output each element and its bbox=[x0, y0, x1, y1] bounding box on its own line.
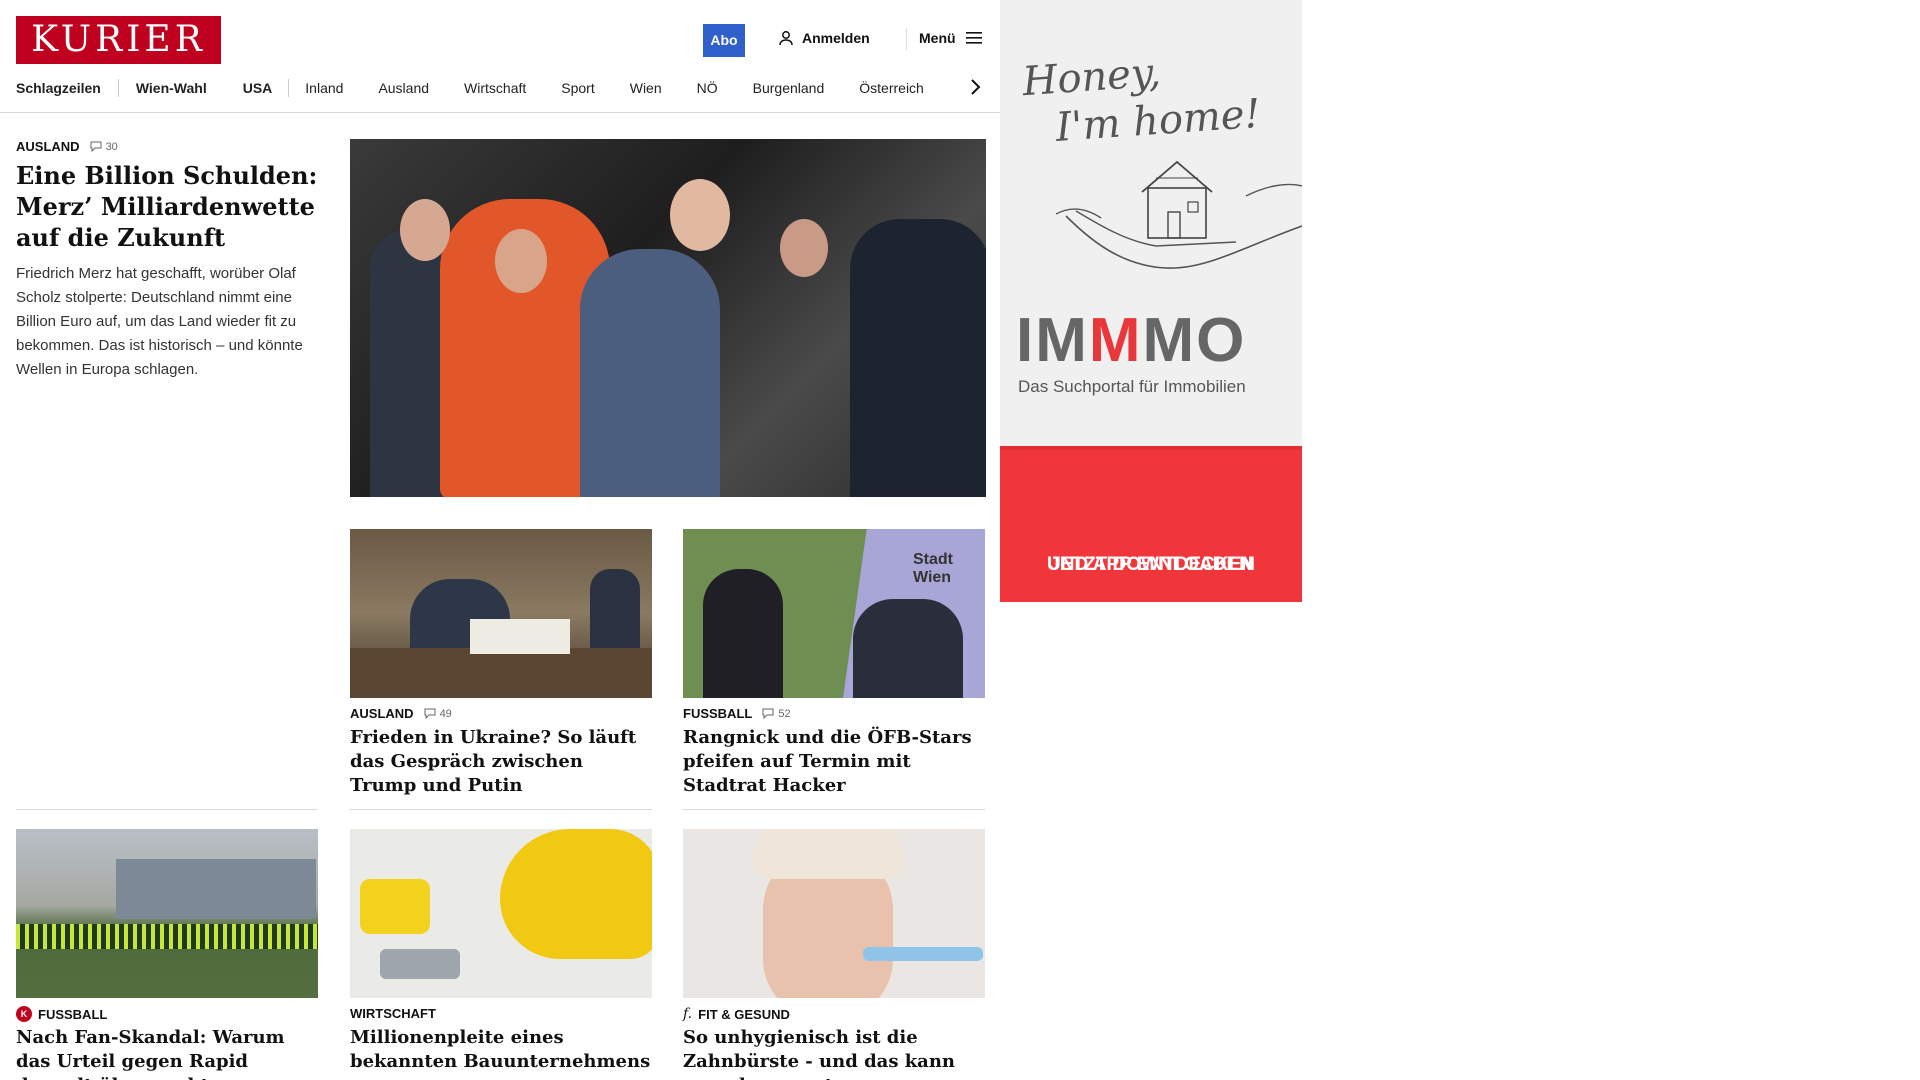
image-figure bbox=[850, 219, 986, 497]
lead-comments[interactable]: 30 bbox=[90, 141, 118, 153]
image-hard-hat bbox=[500, 829, 652, 959]
user-icon bbox=[779, 31, 793, 46]
image-face bbox=[670, 179, 730, 251]
image-papers bbox=[470, 619, 570, 654]
image-figure bbox=[853, 599, 963, 698]
comment-count: 30 bbox=[105, 140, 118, 153]
article-meta: K FUSSBALL bbox=[16, 1006, 107, 1022]
nav-item-noe[interactable]: NÖ bbox=[697, 80, 718, 96]
divider bbox=[16, 809, 318, 810]
nav-item-wien-wahl[interactable]: Wien-Wahl bbox=[136, 80, 207, 96]
nav-separator bbox=[117, 79, 119, 97]
comment-count: 49 bbox=[439, 707, 452, 720]
menu-button[interactable]: Menü bbox=[919, 30, 982, 46]
article-title[interactable]: Millionenpleite eines bekannten Bauunter… bbox=[350, 1026, 652, 1074]
article-category[interactable]: FIT & GESUND bbox=[698, 1007, 790, 1022]
article-comments[interactable]: 52 bbox=[762, 707, 791, 720]
lead-category[interactable]: AUSLAND bbox=[16, 139, 80, 154]
nav-item-inland[interactable]: Inland bbox=[305, 80, 343, 96]
nav-item-oesterreich[interactable]: Österreich bbox=[859, 80, 924, 96]
comment-count: 52 bbox=[778, 707, 791, 720]
article-category[interactable]: FUSSBALL bbox=[683, 706, 752, 721]
category-nav: Schlagzeilen Wien-Wahl USA Inland Auslan… bbox=[16, 78, 924, 98]
fit-gesund-icon: f. bbox=[683, 1006, 693, 1022]
image-face bbox=[400, 199, 450, 261]
article-title[interactable]: Frieden in Ukraine? So läuft das Gespräc… bbox=[350, 726, 652, 798]
ad-subtitle: Das Suchportal für Immobilien bbox=[1018, 377, 1246, 396]
article-meta: f. FIT & GESUND bbox=[683, 1006, 790, 1022]
lead-teaser[interactable]: Friedrich Merz hat geschafft, worüber Ol… bbox=[16, 262, 326, 382]
comment-icon bbox=[762, 708, 774, 719]
ad-script-headline: Honey, I'm home! bbox=[1021, 49, 1262, 151]
article-comments[interactable]: 49 bbox=[424, 708, 452, 720]
article-image-trump[interactable] bbox=[350, 529, 652, 698]
image-stapler bbox=[380, 949, 460, 979]
login-label: Anmelden bbox=[802, 30, 870, 46]
article-category[interactable]: WIRTSCHAFT bbox=[350, 1006, 436, 1021]
image-toothbrush bbox=[863, 947, 983, 961]
nav-item-usa[interactable]: USA bbox=[243, 80, 273, 96]
divider bbox=[906, 28, 907, 50]
nav-item-schlagzeilen[interactable]: Schlagzeilen bbox=[16, 80, 101, 96]
chevron-right-icon[interactable] bbox=[968, 77, 982, 97]
lead-image[interactable] bbox=[350, 139, 986, 497]
article-title[interactable]: Rangnick und die ÖFB-Stars pfeifen auf T… bbox=[683, 726, 985, 798]
image-face bbox=[780, 219, 828, 277]
article-meta: WIRTSCHAFT bbox=[350, 1006, 436, 1021]
image-face bbox=[495, 229, 547, 293]
abo-button[interactable]: Abo bbox=[703, 24, 745, 57]
image-tape-measure bbox=[360, 879, 430, 934]
stadt-wien-label: Stadt Wien bbox=[913, 551, 953, 586]
image-stand bbox=[116, 859, 316, 919]
divider bbox=[683, 809, 985, 810]
article-title[interactable]: Nach Fan-Skandal: Warum das Urteil gegen… bbox=[16, 1026, 318, 1080]
nav-item-burgenland[interactable]: Burgenland bbox=[753, 80, 825, 96]
nav-item-wirtschaft[interactable]: Wirtschaft bbox=[464, 80, 526, 96]
image-figure bbox=[580, 249, 720, 497]
kurier-logo[interactable]: KURIER bbox=[16, 16, 221, 64]
article-image-rangnick[interactable]: Stadt Wien bbox=[683, 529, 985, 698]
login-button[interactable]: Anmelden bbox=[778, 30, 870, 46]
article-meta: AUSLAND 49 bbox=[350, 706, 452, 721]
image-crowd bbox=[16, 924, 318, 949]
nav-item-ausland[interactable]: Ausland bbox=[378, 80, 429, 96]
divider bbox=[350, 809, 652, 810]
lead-title[interactable]: Eine Billion Schulden: Merz’ Milliardenw… bbox=[16, 160, 326, 253]
image-desk bbox=[350, 648, 652, 698]
nav-item-wien[interactable]: Wien bbox=[630, 80, 662, 96]
site-header: KURIER Abo Anmelden Menü Schlagzeilen Wi… bbox=[0, 0, 1000, 113]
immmo-logo: IMMMO bbox=[1016, 306, 1247, 375]
immmo-advertisement[interactable]: Honey, I'm home! IMMMO Das Suchportal für… bbox=[1000, 0, 1302, 602]
article-image-stadium[interactable] bbox=[16, 829, 318, 998]
ad-cta-label: JETZT DOWNLOADEN UND APP ENTDECKEN bbox=[1047, 554, 1255, 575]
comment-icon bbox=[90, 141, 102, 152]
menu-label: Menü bbox=[919, 30, 956, 46]
article-image-toothbrush[interactable] bbox=[683, 829, 985, 998]
article-category[interactable]: AUSLAND bbox=[350, 706, 414, 721]
comment-icon bbox=[424, 708, 436, 719]
article-category[interactable]: FUSSBALL bbox=[38, 1007, 107, 1022]
image-towel bbox=[753, 829, 903, 879]
lead-meta: AUSLAND 30 bbox=[16, 139, 118, 154]
hand-house-icon bbox=[1056, 160, 1302, 269]
kurier-k-icon: K bbox=[16, 1006, 32, 1022]
nav-item-sport[interactable]: Sport bbox=[561, 80, 594, 96]
article-meta: FUSSBALL 52 bbox=[683, 706, 791, 721]
ad-download-button[interactable]: JETZT DOWNLOADEN UND APP ENTDECKEN bbox=[1000, 446, 1302, 602]
image-figure bbox=[703, 569, 783, 698]
article-image-construction[interactable] bbox=[350, 829, 652, 998]
nav-separator bbox=[288, 79, 290, 97]
hamburger-icon bbox=[965, 32, 982, 44]
article-title[interactable]: So unhygienisch ist die Zahnbürste - und… bbox=[683, 1026, 985, 1080]
